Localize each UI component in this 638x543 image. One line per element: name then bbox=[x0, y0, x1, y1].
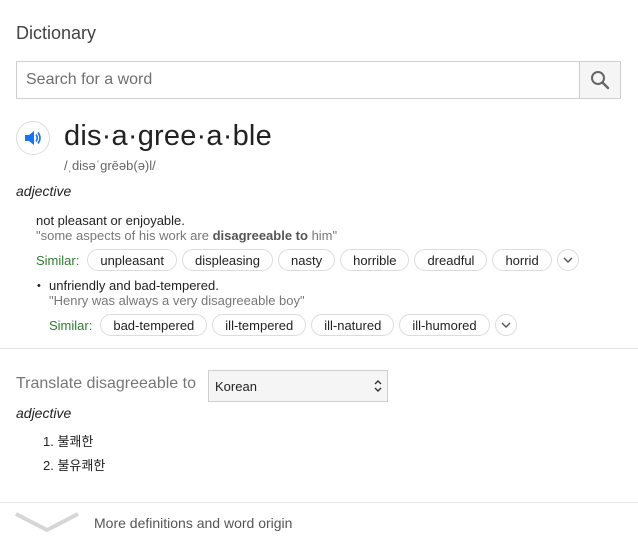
more-synonyms-button[interactable] bbox=[556, 249, 579, 271]
dictionary-title: Dictionary bbox=[16, 23, 97, 43]
headword: dis·a·gree·a·ble bbox=[64, 120, 272, 152]
translation-item: 2. 불유쾌한 bbox=[43, 458, 106, 473]
synonym-chip[interactable]: ill-humored bbox=[399, 314, 490, 336]
dictionary-card: Dictionary dis·a·gree·a·ble /ˌdisəˈɡrēəb… bbox=[0, 0, 638, 543]
select-arrows-icon bbox=[374, 380, 382, 392]
language-select[interactable]: Korean bbox=[208, 370, 388, 402]
part-of-speech: adjective bbox=[16, 183, 72, 199]
phonetic: /ˌdisəˈɡrēəb(ə)l/ bbox=[64, 158, 156, 173]
chevron-down-icon bbox=[15, 512, 79, 532]
definition-2: unfriendly and bad-tempered. bbox=[49, 278, 219, 293]
synonym-chip[interactable]: horrid bbox=[492, 249, 552, 271]
similar-label: Similar: bbox=[49, 317, 93, 333]
search-box bbox=[16, 61, 621, 99]
similar-label: Similar: bbox=[36, 252, 80, 268]
definition-1: not pleasant or enjoyable. bbox=[36, 213, 185, 228]
search-input[interactable] bbox=[17, 62, 579, 98]
language-select-value: Korean bbox=[215, 378, 257, 394]
synonym-chip[interactable]: unpleasant bbox=[87, 249, 177, 271]
translation-item: 1. 불쾌한 bbox=[43, 434, 94, 449]
synonym-chip[interactable]: horrible bbox=[340, 249, 410, 271]
synonym-chip[interactable]: ill-natured bbox=[311, 314, 395, 336]
expand-button[interactable] bbox=[14, 512, 80, 539]
example-2: "Henry was always a very disagreeable bo… bbox=[49, 293, 305, 308]
speaker-icon bbox=[25, 131, 41, 145]
synonym-chip[interactable]: bad-tempered bbox=[100, 314, 208, 336]
pronunciation-button[interactable] bbox=[16, 121, 50, 155]
synonym-chip[interactable]: nasty bbox=[278, 249, 336, 271]
example-1: "some aspects of his work are disagreeab… bbox=[36, 228, 338, 243]
synonym-chip[interactable]: ill-tempered bbox=[212, 314, 307, 336]
more-synonyms-button[interactable] bbox=[494, 314, 517, 336]
search-button[interactable] bbox=[579, 62, 620, 98]
divider bbox=[0, 348, 638, 349]
synonym-chip[interactable]: displeasing bbox=[181, 249, 274, 271]
chevron-down-icon bbox=[501, 322, 511, 328]
similar-row-2: Similar: bad-tempered ill-tempered ill-n… bbox=[49, 313, 517, 337]
more-definitions-link[interactable]: More definitions and word origin bbox=[94, 515, 292, 531]
synonym-chip[interactable]: dreadful bbox=[414, 249, 488, 271]
chevron-down-icon bbox=[563, 257, 573, 263]
translate-label: Translate disagreeable to bbox=[16, 375, 196, 392]
search-icon bbox=[591, 71, 610, 90]
translate-part-of-speech: adjective bbox=[16, 405, 72, 421]
bullet: • bbox=[37, 280, 41, 292]
similar-row-1: Similar: unpleasant displeasing nasty ho… bbox=[36, 248, 579, 272]
divider bbox=[0, 502, 638, 503]
